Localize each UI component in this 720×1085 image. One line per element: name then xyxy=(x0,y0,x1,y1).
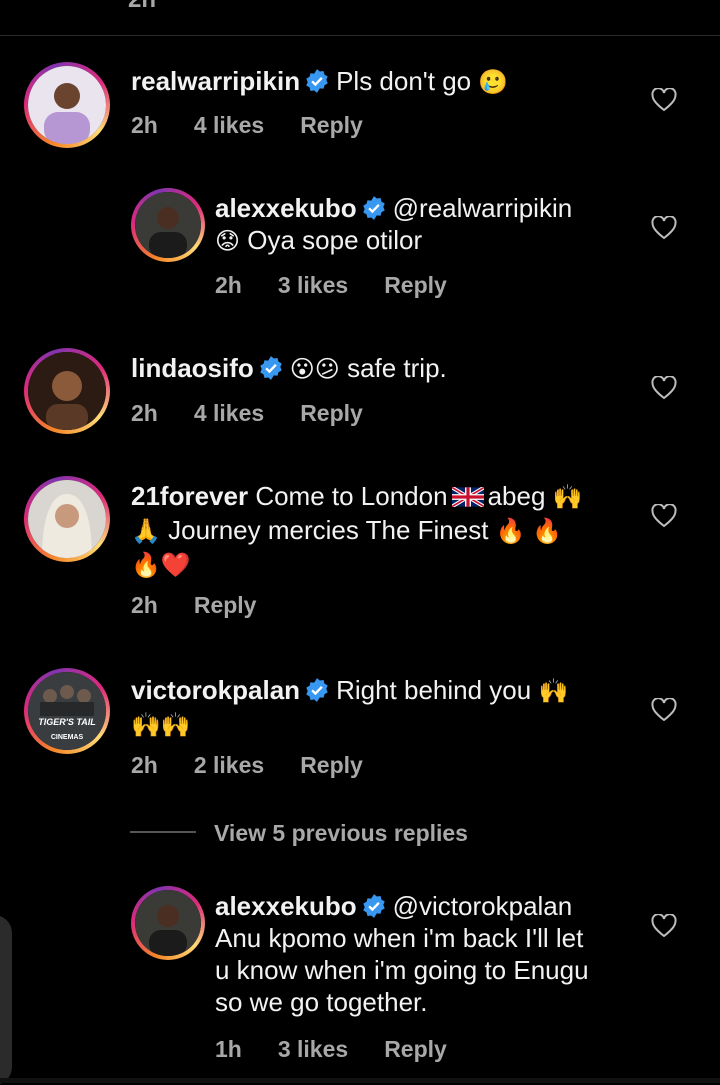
comment-time: 2h xyxy=(131,752,158,778)
comment-emoji-4: 🔥❤️ xyxy=(131,552,191,579)
comment-text: Right behind you xyxy=(336,675,532,705)
verified-badge-icon xyxy=(362,894,385,918)
comment-text: Come to London xyxy=(255,481,448,511)
avatar-subtitle-text: CINEMAS xyxy=(51,734,84,741)
heart-icon[interactable] xyxy=(651,698,677,722)
comment-emoji: 🙌 xyxy=(538,678,569,705)
uk-flag-icon xyxy=(451,487,484,507)
view-replies-line xyxy=(130,831,196,833)
heart-icon[interactable] xyxy=(651,914,677,938)
comment-text: safe trip. xyxy=(347,353,447,383)
reply-button[interactable]: Reply xyxy=(300,112,363,138)
reply-button[interactable]: Reply xyxy=(300,752,363,778)
comment-time: 2h xyxy=(131,112,158,138)
likes-count[interactable]: 2 likes xyxy=(194,752,264,778)
reply-button[interactable]: Reply xyxy=(300,400,363,426)
avatar[interactable] xyxy=(131,886,205,960)
verified-badge-icon xyxy=(306,69,328,93)
verified-badge-icon xyxy=(260,356,282,380)
comment-emoji: 😮😕 xyxy=(289,356,340,383)
comment-text-2: abeg xyxy=(487,481,546,511)
reply-button[interactable]: Reply xyxy=(384,272,447,298)
heart-icon[interactable] xyxy=(651,88,677,112)
username[interactable]: lindaosifo xyxy=(131,353,254,383)
verified-badge-icon xyxy=(362,196,385,220)
comment-time: 1h xyxy=(215,1036,242,1062)
comment-emoji-3: 🔥 🔥 xyxy=(495,518,563,545)
username[interactable]: alexxekubo xyxy=(215,891,357,921)
avatar[interactable]: TIGER'S TAIL CINEMAS xyxy=(24,668,110,754)
divider xyxy=(0,35,720,36)
username[interactable]: victorokpalan xyxy=(131,675,300,705)
avatar[interactable] xyxy=(24,62,110,148)
comment-time: 2h xyxy=(131,400,158,426)
avatar[interactable] xyxy=(24,348,110,434)
likes-count[interactable]: 3 likes xyxy=(278,1036,348,1062)
heart-icon[interactable] xyxy=(651,504,677,528)
edge-panel-handle[interactable] xyxy=(0,915,12,1085)
comment-text-line-4: so we go together. xyxy=(215,987,428,1017)
comment-emoji: 🙌 xyxy=(552,484,583,511)
comment-text: Oya sope otilor xyxy=(247,225,423,255)
previous-comment-time: 2h xyxy=(128,0,156,14)
comment-text-3: Journey mercies The Finest xyxy=(168,515,489,545)
likes-count[interactable]: 4 likes xyxy=(194,400,264,426)
comment-emoji-2: 🙏 xyxy=(131,518,161,545)
likes-count[interactable]: 4 likes xyxy=(194,112,264,138)
username[interactable]: alexxekubo xyxy=(215,193,357,223)
likes-count[interactable]: 3 likes xyxy=(278,272,348,298)
comment-text-line-2: Anu kpomo when i'm back I'll let xyxy=(215,923,584,953)
comment-text-line-3: u know when i'm going to Enugu xyxy=(215,955,589,985)
verified-badge-icon xyxy=(306,678,328,702)
mention-link[interactable]: @realwarripikin xyxy=(393,193,573,223)
reply-button[interactable]: Reply xyxy=(384,1036,447,1062)
comment-time: 2h xyxy=(215,272,242,298)
comment-time: 2h xyxy=(131,592,158,618)
comment-emoji-2: 🙌🙌 xyxy=(131,712,191,739)
comment-emoji: 😟 xyxy=(215,228,241,255)
heart-icon[interactable] xyxy=(651,216,677,240)
avatar[interactable] xyxy=(131,188,205,262)
view-previous-replies-button[interactable]: View 5 previous replies xyxy=(214,820,468,847)
bottom-edge xyxy=(0,1078,720,1083)
heart-icon[interactable] xyxy=(651,376,677,400)
mention-link[interactable]: @victorokpalan xyxy=(393,891,573,921)
comment-emoji: 🥲 xyxy=(478,69,509,96)
username[interactable]: 21forever xyxy=(131,481,248,511)
comment-text: Pls don't go xyxy=(336,66,472,96)
reply-button[interactable]: Reply xyxy=(194,592,257,618)
avatar-title-text: TIGER'S TAIL xyxy=(38,717,95,727)
avatar[interactable] xyxy=(24,476,110,562)
username[interactable]: realwarripikin xyxy=(131,66,300,96)
